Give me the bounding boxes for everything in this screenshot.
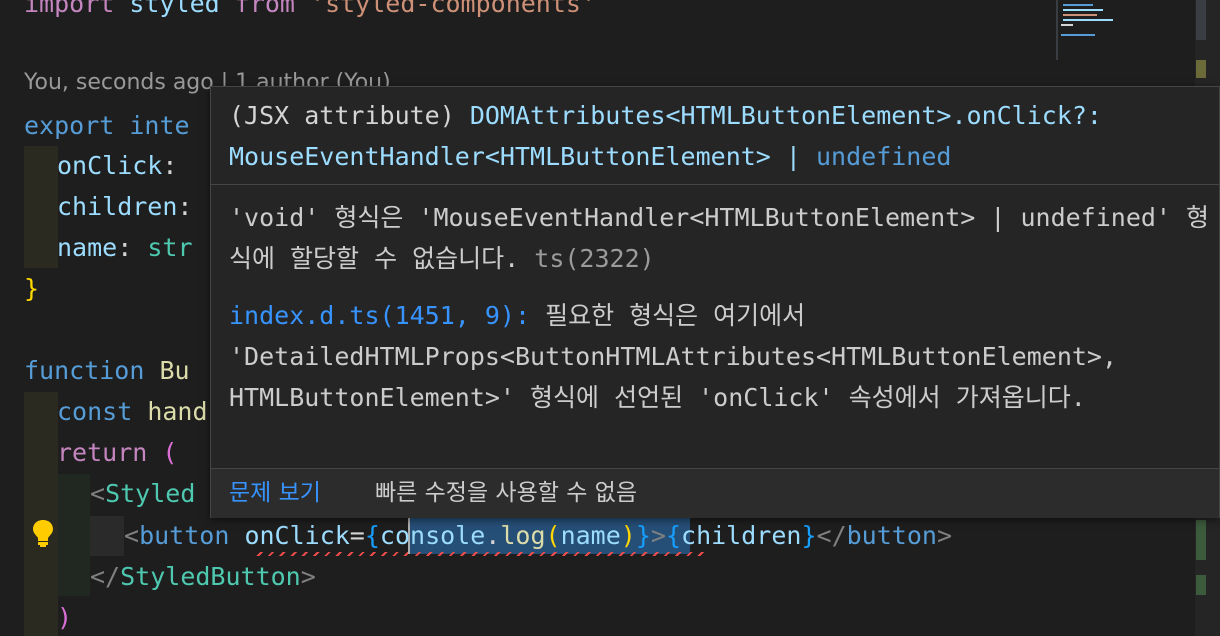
error-message: 'void' 형식은 'MouseEventHandler<HTMLButton… (229, 203, 1210, 273)
code-line-11: <button onClick={console.log(name)}>{chi… (124, 521, 952, 550)
indent-guide-bg (24, 392, 58, 636)
code-line-5: name: str (57, 233, 193, 262)
hover-tooltip: (JSX attribute) DOMAttributes<HTMLButton… (210, 86, 1220, 518)
code-line-8: const hand (57, 397, 208, 426)
code-line-7: function Bu (24, 356, 190, 385)
indent-guide-bg (90, 516, 124, 556)
related-location-link[interactable]: index.d.ts(1451, 9): (229, 301, 530, 330)
related-info: index.d.ts(1451, 9): 필요한 형식은 여기에서 'Detai… (229, 301, 1133, 412)
code-line-6: } (24, 274, 40, 303)
view-problem-button[interactable]: 문제 보기 (229, 469, 321, 518)
hover-signature: (JSX attribute) DOMAttributes<HTMLButton… (229, 101, 1102, 171)
code-line-4: children: (57, 192, 193, 221)
code-line-3: onClick: (57, 151, 178, 180)
code-line-2: export inte (24, 111, 190, 140)
code-line-1: import styled from 'styled-components' (24, 0, 597, 18)
hover-separator (211, 184, 1219, 185)
code-line-10: <Styled (90, 479, 196, 508)
code-line-12: </StyledButton> (90, 562, 316, 591)
code-line-13: ) (57, 603, 73, 632)
indent-guide-bg (58, 474, 90, 596)
no-quick-fix-label: 빠른 수정을 사용할 수 없음 (375, 480, 638, 506)
hover-status-bar: 문제 보기 빠른 수정을 사용할 수 없음 (211, 468, 1219, 518)
code-line-9: return ( (57, 438, 178, 467)
indent-guide-bg (24, 146, 58, 268)
lightbulb-icon[interactable] (30, 518, 56, 548)
